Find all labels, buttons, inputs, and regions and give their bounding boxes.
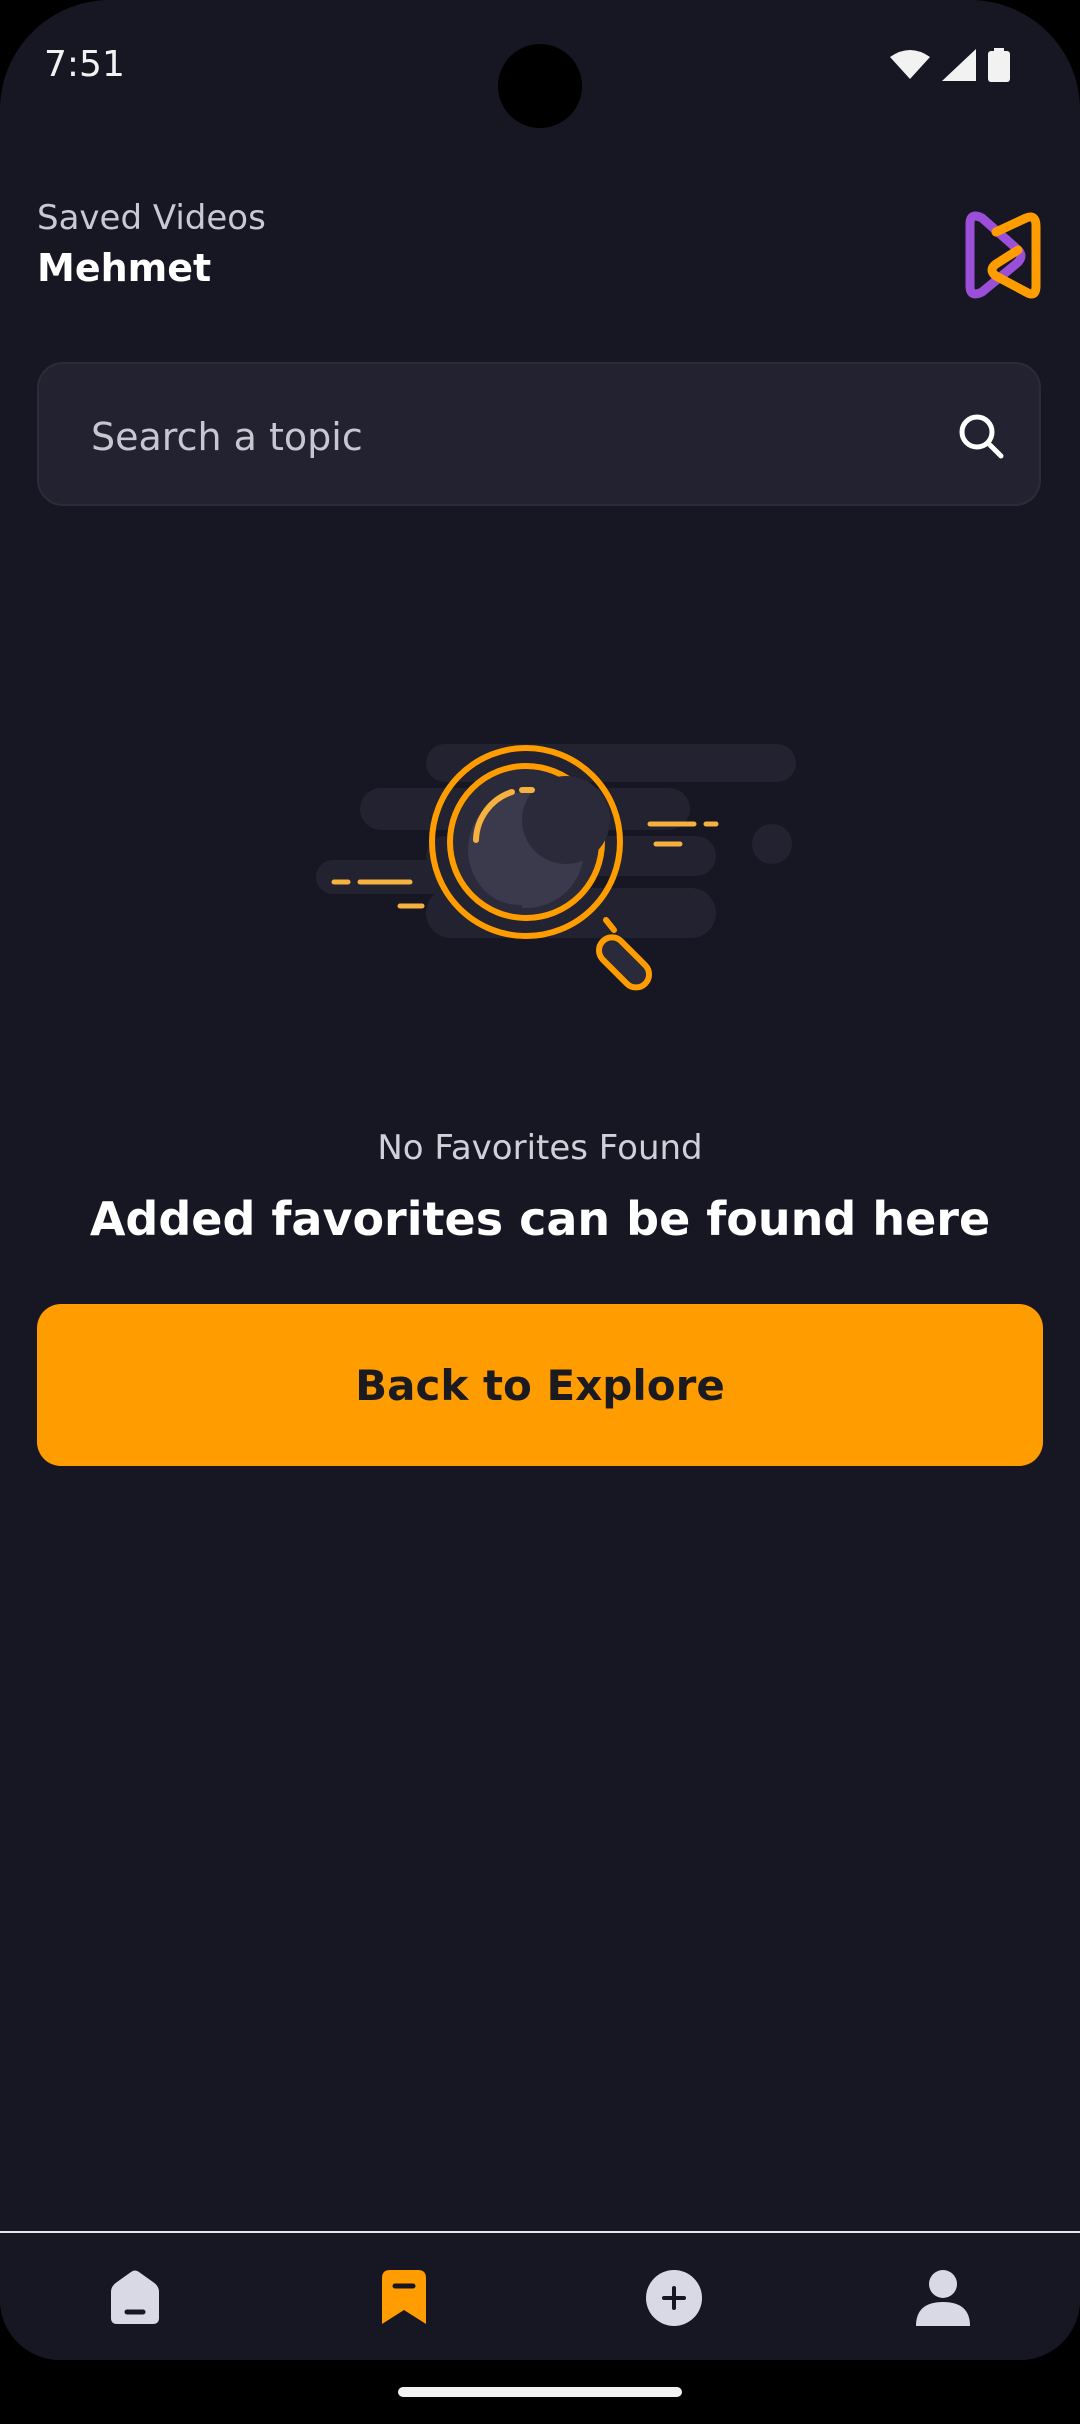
search-bar <box>37 362 1041 506</box>
signal-icon <box>942 49 976 81</box>
bottom-nav <box>0 2231 1080 2360</box>
battery-icon <box>988 48 1010 82</box>
page-subtitle: Saved Videos <box>37 198 266 238</box>
empty-state-subtitle: No Favorites Found <box>377 1128 703 1168</box>
app-screen: 7:51 Saved Videos Mehmet Search a topic … <box>0 0 1080 2360</box>
search-input[interactable] <box>89 408 893 466</box>
nav-item-add[interactable] <box>629 2253 719 2343</box>
empty-state-title: Added favorites can be found here <box>89 1192 991 1246</box>
search-icon[interactable] <box>953 408 1009 464</box>
back-to-explore-button[interactable]: Back to Explore <box>37 1304 1043 1466</box>
profile-icon <box>916 2270 970 2326</box>
header: Saved Videos Mehmet <box>37 196 266 294</box>
status-icons <box>890 48 1010 82</box>
nav-item-saved[interactable] <box>359 2253 449 2343</box>
nav-item-profile[interactable] <box>898 2253 988 2343</box>
app-logo-icon <box>965 211 1041 299</box>
camera-cutout <box>498 44 582 128</box>
status-bar: 7:51 <box>0 0 1080 140</box>
empty-search-illustration <box>316 744 796 991</box>
home-icon <box>111 2270 159 2324</box>
status-time: 7:51 <box>44 44 125 85</box>
bookmark-icon <box>382 2270 426 2324</box>
page-title: Mehmet <box>37 246 212 290</box>
add-icon <box>646 2270 702 2326</box>
home-indicator[interactable] <box>398 2387 682 2397</box>
wifi-icon <box>890 50 930 79</box>
nav-item-home[interactable] <box>90 2253 180 2343</box>
